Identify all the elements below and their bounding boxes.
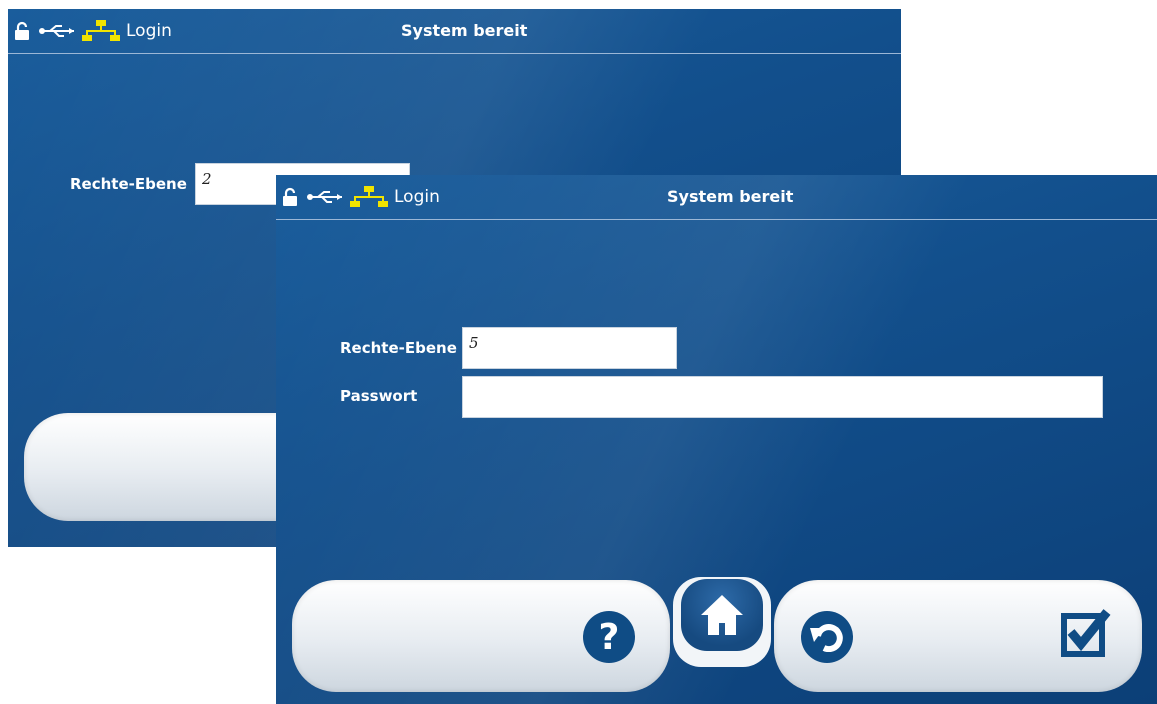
home-button[interactable] <box>673 577 771 667</box>
back-icon[interactable] <box>801 611 853 663</box>
rights-level-label: Rechte-Ebene <box>70 175 187 193</box>
login-label: Login <box>126 21 172 41</box>
front-login-screen: Login System bereit Rechte-Ebene 5 Passw… <box>276 175 1157 704</box>
home-icon <box>701 595 743 635</box>
rights-level-field[interactable]: 5 <box>462 327 677 369</box>
password-label: Passwort <box>340 387 418 405</box>
status-bar: Login System bereit <box>8 9 901 54</box>
usb-icon <box>306 189 346 205</box>
network-icon <box>82 20 120 42</box>
login-label: Login <box>394 187 440 207</box>
help-icon[interactable]: ? <box>583 611 635 663</box>
status-bar: Login System bereit <box>276 175 1157 220</box>
checkbox-checked-icon <box>1061 609 1111 657</box>
lock-icon <box>282 187 298 207</box>
system-status: System bereit <box>401 21 528 40</box>
lock-icon <box>14 21 30 41</box>
confirm-button[interactable] <box>1061 608 1111 658</box>
rights-level-label: Rechte-Ebene <box>340 339 457 357</box>
network-icon <box>350 186 388 208</box>
usb-icon <box>38 23 78 39</box>
system-status: System bereit <box>667 187 794 206</box>
password-field[interactable] <box>462 376 1103 418</box>
